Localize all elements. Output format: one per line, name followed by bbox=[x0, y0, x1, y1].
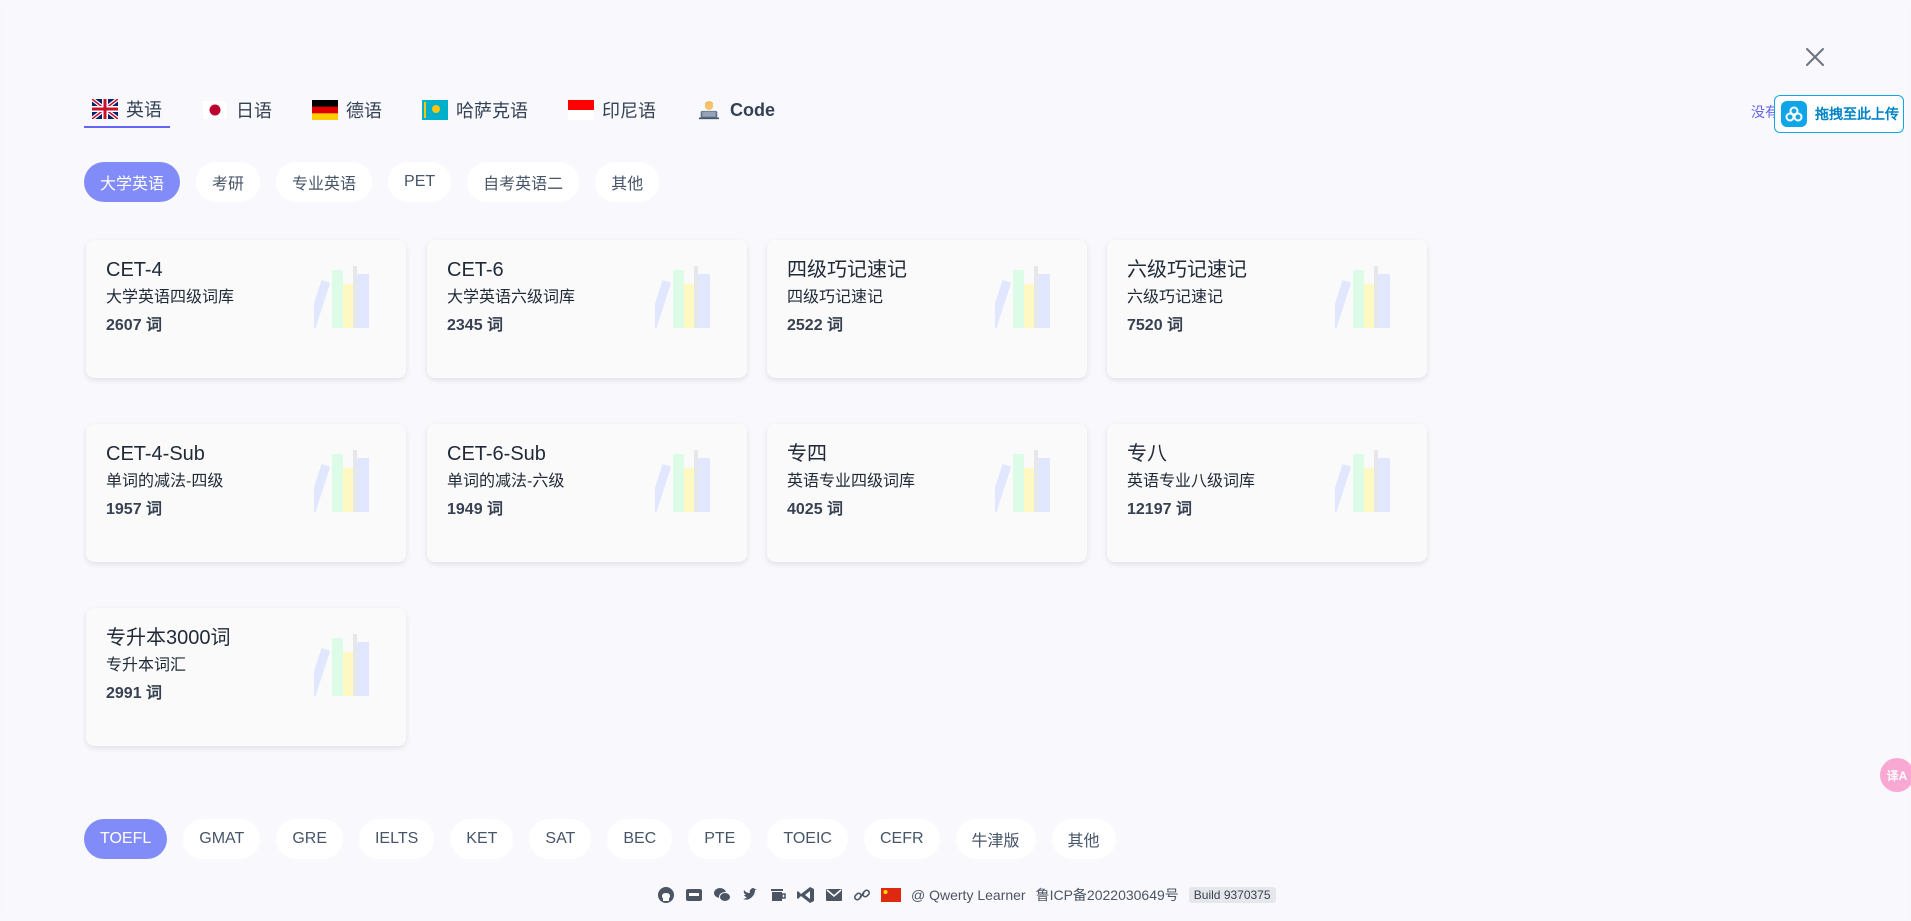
tab-kazakh[interactable]: 哈萨克语 bbox=[414, 92, 536, 128]
tab-english-label: 英语 bbox=[126, 100, 162, 120]
exam-cefr[interactable]: CEFR bbox=[863, 819, 940, 859]
language-tabs: 英语 日语 德语 哈萨克语 印尼语 Code bbox=[84, 92, 807, 130]
github-icon[interactable] bbox=[657, 886, 675, 904]
wechat-icon[interactable] bbox=[713, 886, 731, 904]
exam-pte[interactable]: PTE bbox=[688, 819, 752, 859]
footer: @ Qwerty Learner 鲁ICP备2022030649号 Build … bbox=[657, 884, 1276, 906]
china-flag-icon[interactable] bbox=[881, 888, 901, 902]
flag-jp-icon bbox=[202, 100, 228, 120]
category-college-english[interactable]: 大学英语 bbox=[84, 162, 181, 202]
exam-sat[interactable]: SAT bbox=[529, 819, 592, 859]
tab-indonesian[interactable]: 印尼语 bbox=[560, 92, 664, 128]
twitter-icon[interactable] bbox=[741, 886, 759, 904]
close-icon bbox=[1806, 48, 1824, 66]
flag-id-icon bbox=[568, 100, 594, 120]
exam-ielts[interactable]: IELTS bbox=[358, 819, 435, 859]
dictionary-card-tem4[interactable]: 专四 英语专业四级词库 4025 词 bbox=[767, 424, 1087, 562]
books-icon bbox=[1335, 266, 1390, 328]
books-icon bbox=[655, 450, 710, 512]
upload-dropzone[interactable]: 拖拽至此上传 bbox=[1774, 95, 1904, 133]
tab-kazakh-label: 哈萨克语 bbox=[456, 101, 528, 121]
category-postgraduate[interactable]: 考研 bbox=[196, 162, 261, 202]
close-button[interactable] bbox=[1802, 44, 1828, 70]
email-icon[interactable] bbox=[825, 886, 843, 904]
tab-german-label: 德语 bbox=[346, 101, 382, 121]
exam-oxford[interactable]: 牛津版 bbox=[955, 819, 1036, 859]
dictionary-card-cet6-mnemonic[interactable]: 六级巧记速记 六级巧记速记 7520 词 bbox=[1107, 240, 1427, 378]
blog-icon[interactable] bbox=[685, 886, 703, 904]
cloud-icon bbox=[1781, 101, 1807, 127]
books-icon bbox=[314, 634, 369, 696]
exam-other[interactable]: 其他 bbox=[1051, 819, 1116, 859]
tab-indonesian-label: 印尼语 bbox=[602, 101, 656, 121]
tab-japanese-label: 日语 bbox=[236, 101, 272, 121]
dictionary-card-cet6[interactable]: CET-6 大学英语六级词库 2345 词 bbox=[427, 240, 747, 378]
upload-label: 拖拽至此上传 bbox=[1815, 106, 1899, 122]
dictionary-card-tem8[interactable]: 专八 英语专业八级词库 12197 词 bbox=[1107, 424, 1427, 562]
books-icon bbox=[314, 450, 369, 512]
flag-kz-icon bbox=[422, 100, 448, 120]
flag-uk-icon bbox=[92, 99, 118, 119]
dictionary-card-upgrade-3000[interactable]: 专升本3000词 专升本词汇 2991 词 bbox=[86, 608, 406, 746]
books-icon bbox=[995, 266, 1050, 328]
translate-button[interactable]: 译A bbox=[1880, 758, 1911, 792]
category-pet[interactable]: PET bbox=[388, 162, 452, 202]
exam-bec[interactable]: BEC bbox=[607, 819, 673, 859]
icp-record[interactable]: 鲁ICP备2022030649号 bbox=[1036, 885, 1179, 905]
books-icon bbox=[314, 266, 369, 328]
dictionary-card-cet6-sub[interactable]: CET-6-Sub 单词的减法-六级 1949 词 bbox=[427, 424, 747, 562]
exam-toeic[interactable]: TOEIC bbox=[767, 819, 848, 859]
category-other[interactable]: 其他 bbox=[595, 162, 660, 202]
dictionary-card-cet4-mnemonic[interactable]: 四级巧记速记 四级巧记速记 2522 词 bbox=[767, 240, 1087, 378]
exam-gre[interactable]: GRE bbox=[276, 819, 343, 859]
books-icon bbox=[655, 266, 710, 328]
copyright-text[interactable]: @ Qwerty Learner bbox=[911, 887, 1026, 903]
flag-de-icon bbox=[312, 100, 338, 120]
coffee-icon[interactable] bbox=[769, 886, 787, 904]
tab-german[interactable]: 德语 bbox=[304, 92, 390, 128]
dictionary-card-cet4[interactable]: CET-4 大学英语四级词库 2607 词 bbox=[86, 240, 406, 378]
category-self-study-english[interactable]: 自考英语二 bbox=[467, 162, 580, 202]
build-badge: Build 9370375 bbox=[1188, 887, 1276, 903]
exam-ket[interactable]: KET bbox=[450, 819, 514, 859]
link-icon[interactable] bbox=[853, 886, 871, 904]
books-icon bbox=[1335, 450, 1390, 512]
books-icon bbox=[995, 450, 1050, 512]
vscode-icon[interactable] bbox=[797, 886, 815, 904]
category-tabs: 大学英语 考研 专业英语 PET 自考英语二 其他 bbox=[84, 162, 660, 202]
exam-toefl[interactable]: TOEFL bbox=[84, 819, 168, 859]
translate-label: 译A bbox=[1886, 768, 1908, 783]
tab-code[interactable]: Code bbox=[688, 92, 783, 128]
technologist-icon bbox=[699, 101, 719, 120]
tab-code-label: Code bbox=[730, 99, 775, 120]
tab-japanese[interactable]: 日语 bbox=[194, 92, 280, 128]
dictionary-card-cet4-sub[interactable]: CET-4-Sub 单词的减法-四级 1957 词 bbox=[86, 424, 406, 562]
exam-gmat[interactable]: GMAT bbox=[183, 819, 261, 859]
dictionary-panel: 英语 日语 德语 哈萨克语 印尼语 Code 没有 拖拽至此上传 大学英语 考研… bbox=[2, 2, 1909, 919]
category-professional-english[interactable]: 专业英语 bbox=[276, 162, 373, 202]
exam-tabs: TOEFL GMAT GRE IELTS KET SAT BEC PTE TOE… bbox=[84, 819, 1116, 859]
tab-english[interactable]: 英语 bbox=[84, 92, 170, 128]
